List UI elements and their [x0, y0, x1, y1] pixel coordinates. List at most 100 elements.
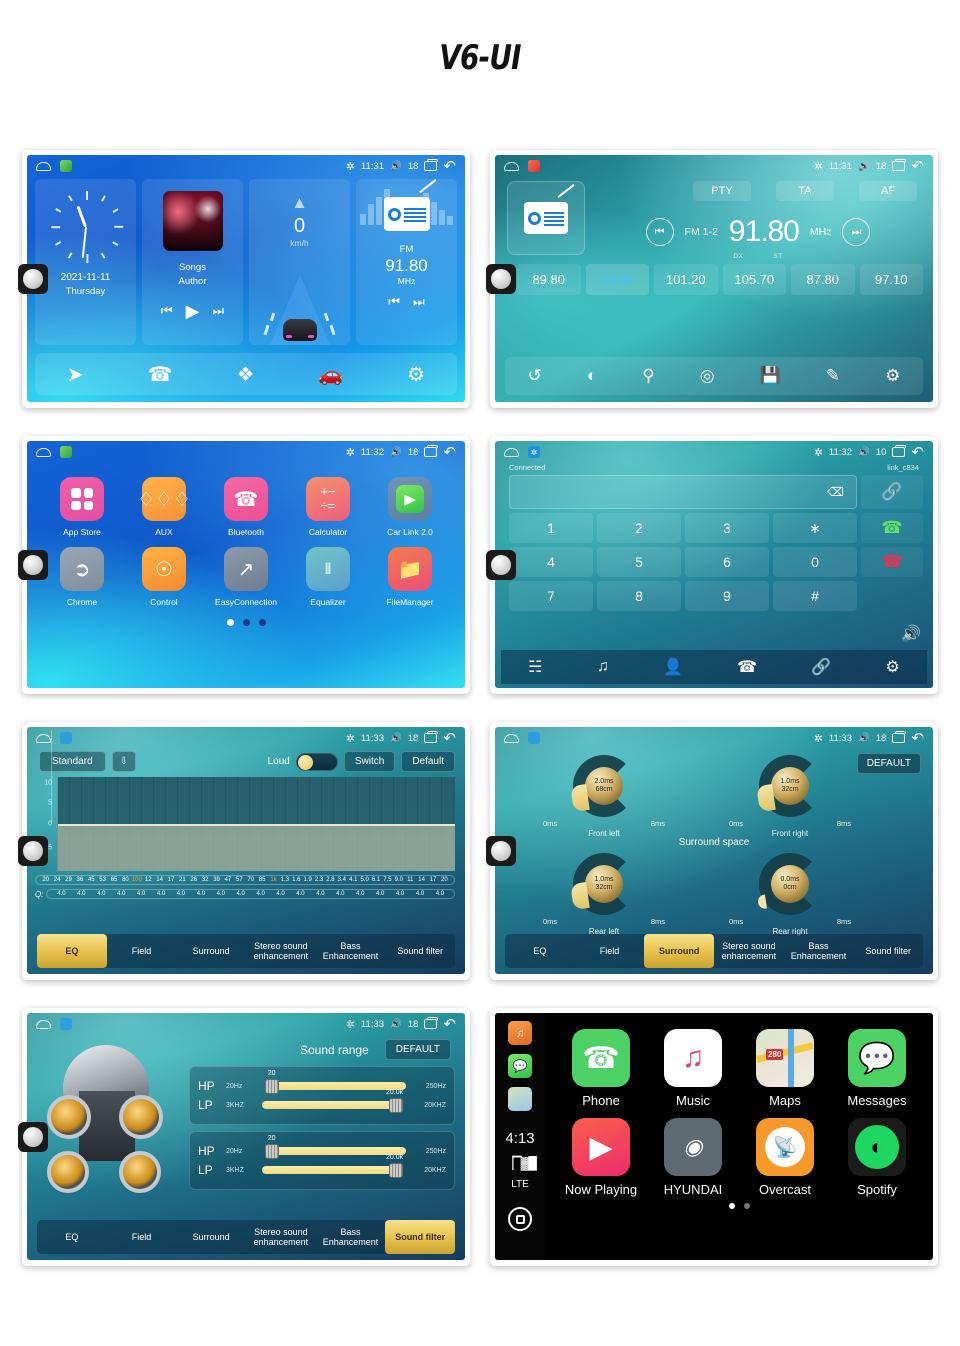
back-icon[interactable]: ↶ — [443, 731, 456, 746]
back-icon[interactable]: ↶ — [443, 159, 456, 174]
freq-label[interactable]: 21 — [177, 877, 188, 883]
tab-surround[interactable]: Surround — [644, 934, 715, 968]
q-value[interactable]: 4.0 — [390, 891, 410, 897]
app-item-car-link[interactable]: ▶ Car Link 2.0 — [375, 477, 445, 537]
carplay-app-phone[interactable]: ☎ Phone — [555, 1029, 647, 1108]
messages-icon[interactable]: 💬 — [508, 1054, 532, 1078]
dialpad-icon[interactable]: ☵ — [528, 657, 542, 677]
carplay-home-icon[interactable] — [508, 1207, 532, 1231]
tab-field[interactable]: Field — [575, 934, 645, 968]
knob-dial[interactable]: 2.0ms 68cm — [570, 755, 635, 817]
preset-button[interactable]: 101.20 — [654, 264, 718, 295]
freq-label[interactable]: 24 — [51, 877, 62, 883]
carplay-app-now-playing[interactable]: ▶ Now Playing — [555, 1118, 647, 1197]
preset-button[interactable]: 91.80 — [585, 264, 649, 295]
volume-knob[interactable] — [18, 550, 48, 580]
page-dot[interactable] — [728, 1203, 735, 1209]
dial-key-8[interactable]: 8 — [597, 581, 681, 611]
recents-icon[interactable] — [424, 159, 439, 171]
freq-label[interactable]: 1.6 — [291, 877, 302, 883]
page-dot[interactable] — [743, 1203, 750, 1209]
settings-icon[interactable]: ⚙ — [886, 657, 900, 677]
tab-surround[interactable]: Surround — [176, 1220, 246, 1254]
chevron-down-icon[interactable]: ⇩ — [111, 751, 136, 772]
dial-key-6[interactable]: 6 — [685, 547, 769, 577]
freq-label[interactable]: 7.5 — [382, 877, 393, 883]
tab-sound-filter[interactable]: Sound filter — [385, 934, 455, 968]
freq-label[interactable]: 1.9 — [302, 877, 313, 883]
navigation-icon[interactable]: ➤ — [67, 362, 84, 387]
q-value[interactable]: 4.0 — [430, 891, 450, 897]
freq-label[interactable]: 26 — [188, 877, 199, 883]
link-icon[interactable]: 🔗 — [861, 475, 923, 509]
carplay-app-maps[interactable]: 280 Maps — [739, 1029, 831, 1108]
q-value[interactable]: 4.0 — [51, 891, 71, 897]
play-icon[interactable]: ▶ — [186, 301, 200, 322]
contacts-icon[interactable]: 👤 — [663, 657, 683, 677]
music-widget[interactable]: Songs Author ⏮ ▶ ⏭ — [142, 179, 243, 345]
edit-icon[interactable]: ✎ — [826, 366, 840, 386]
app-item-calculator[interactable]: +− ÷= Calculator — [293, 477, 363, 537]
home-icon[interactable] — [504, 733, 519, 743]
equalizer-app-icon[interactable] — [528, 732, 540, 744]
speaker-icon[interactable]: 🔊 — [901, 624, 921, 644]
freq-label[interactable]: 65 — [108, 877, 119, 883]
freq-label[interactable]: 20 — [40, 877, 51, 883]
q-value[interactable]: 4.0 — [191, 891, 211, 897]
page-dot[interactable] — [242, 619, 250, 626]
knob-dial[interactable]: 0.0ms 0cm — [757, 853, 821, 915]
knob-rear-left[interactable]: 1.0ms 32cm 0ms 8ms Rear left — [539, 853, 669, 936]
eq-plot-area[interactable] — [57, 777, 455, 871]
knob-front-right[interactable]: 1.0ms 32cm 0ms 8ms Front right — [725, 755, 855, 838]
radio-prev-icon[interactable]: ⏮ — [388, 294, 400, 310]
app-item-easy-connection[interactable]: ↗ EasyConnection — [211, 547, 281, 607]
dial-key-hash[interactable]: # — [773, 581, 857, 611]
dial-key-7[interactable]: 7 — [509, 581, 593, 611]
call-answer-icon[interactable]: ☎ — [861, 513, 923, 543]
carplay-app-music[interactable]: ♫ Music — [647, 1029, 739, 1108]
preset-select[interactable]: Standard — [39, 751, 106, 772]
freq-label[interactable]: 80 — [120, 877, 131, 883]
freq-label[interactable]: 14 — [416, 877, 427, 883]
recents-icon[interactable] — [424, 445, 439, 457]
default-button[interactable]: DEFAULT — [856, 753, 921, 774]
carplay-now-playing-icon[interactable]: ♫ — [508, 1021, 532, 1045]
app-item-app-store[interactable]: App Store — [47, 477, 117, 537]
dial-key-5[interactable]: 5 — [597, 547, 681, 577]
home-icon[interactable] — [36, 733, 51, 743]
navigation-widget[interactable]: ▲ 0 km/h — [249, 179, 350, 345]
tab-eq[interactable]: EQ — [37, 1220, 107, 1254]
filter-slider[interactable]: 20 — [262, 1070, 406, 1094]
radio-widget[interactable]: FM 91.80 MHz ⏮ ⏭ — [356, 179, 457, 345]
back-icon[interactable]: ↶ — [911, 731, 924, 746]
prev-icon[interactable]: ⏮ — [161, 303, 173, 319]
carplay-app-hyundai[interactable]: ◉ HYUNDAI — [647, 1118, 739, 1197]
dial-key-2[interactable]: 2 — [597, 513, 681, 543]
radio-next-icon[interactable]: ⏭ — [413, 294, 425, 310]
app-item-chrome[interactable]: ➲ Chrome — [47, 547, 117, 607]
preset-button[interactable]: 89.80 — [517, 264, 581, 295]
slider-handle[interactable] — [389, 1163, 404, 1178]
q-value[interactable]: 4.0 — [251, 891, 271, 897]
page-dot[interactable] — [258, 619, 266, 626]
home-icon[interactable] — [504, 447, 519, 457]
app-item-file-manager[interactable]: 📁 FileManager — [375, 547, 445, 607]
pty-button[interactable]: PTY — [693, 181, 751, 201]
freq-label[interactable]: 14 — [154, 877, 165, 883]
tab-sound-filter[interactable]: Sound filter — [853, 934, 923, 968]
carplay-icon[interactable]: 🚗 — [318, 362, 343, 387]
dial-key-0[interactable]: 0 — [773, 547, 857, 577]
freq-label[interactable]: 70 — [245, 877, 256, 883]
freq-label[interactable]: 29 — [63, 877, 74, 883]
backspace-icon[interactable]: ⌫ — [827, 485, 844, 499]
scan-icon[interactable]: ◎ — [700, 366, 715, 386]
q-value[interactable]: 4.0 — [330, 891, 350, 897]
maps-icon[interactable] — [508, 1087, 532, 1111]
freq-label[interactable]: 6.1 — [370, 877, 381, 883]
apps-icon[interactable]: ❖ — [236, 362, 254, 387]
call-end-icon[interactable]: ☎ — [861, 547, 923, 577]
knob-rear-right[interactable]: 0.0ms 0cm 0ms 8ms Rear right — [725, 853, 855, 936]
dial-key-star[interactable]: ∗ — [773, 513, 857, 543]
back-icon[interactable]: ↶ — [443, 1017, 456, 1032]
preset-button[interactable]: 87.80 — [791, 264, 855, 295]
